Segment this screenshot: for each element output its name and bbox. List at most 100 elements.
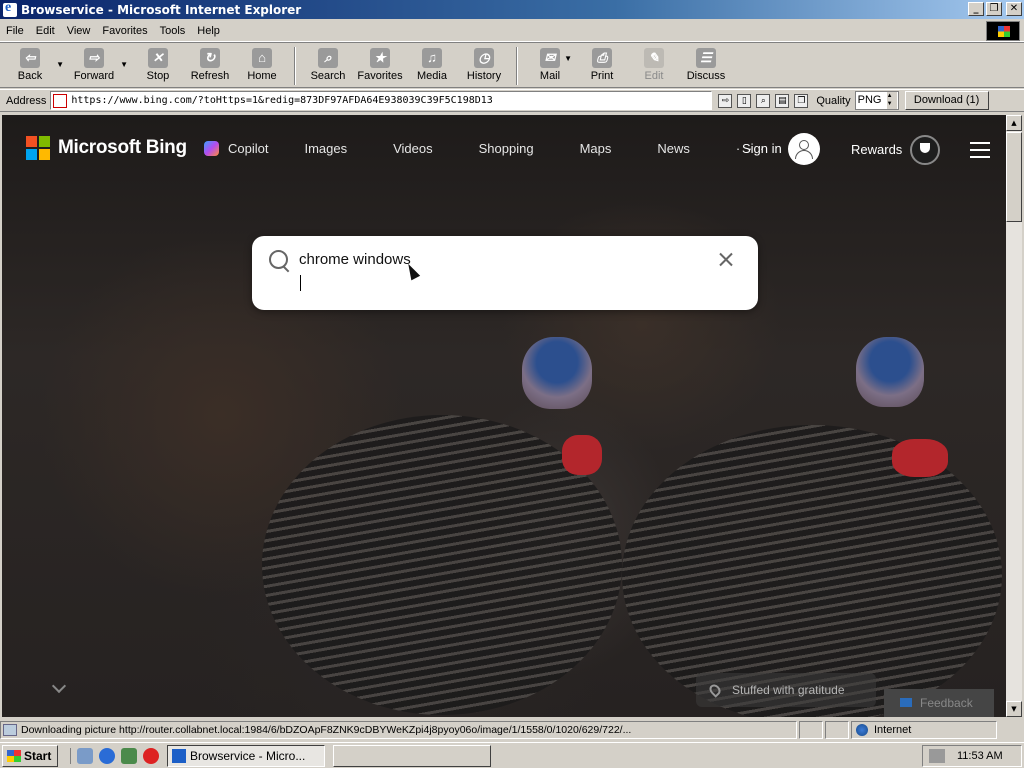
media-button[interactable]: ♫ Media [406,44,458,88]
user-avatar-icon[interactable] [788,133,820,165]
image-caption[interactable]: Stuffed with gratitude [696,673,876,707]
print-icon: ⎙ [592,48,612,68]
close-button[interactable]: ✕ [1006,2,1022,16]
toolbar-separator [294,47,296,85]
nav-news[interactable]: News [657,141,690,156]
favorites-icon: ★ [370,48,390,68]
feedback-button[interactable]: Feedback [884,689,994,717]
standard-toolbar: ⇦ Back ▼ ⇨ Forward ▼ ✕ Stop ↻ Refresh ⌂ Home ⌕ S… [0,44,1024,88]
ie-app-icon[interactable] [3,0,17,17]
go-icon[interactable]: ⇨ [718,93,733,108]
forward-arrow-icon: ⇨ [84,48,104,68]
bing-nav: Copilot Images Videos Shopping Maps News… [204,141,812,156]
page-viewport: Microsoft Bing Copilot Images Videos Sho… [2,115,1006,717]
address-url[interactable]: https://www.bing.com/?toHttps=1&redig=87… [71,95,492,106]
windows-flag-icon [7,749,21,762]
nav-shopping[interactable]: Shopping [479,141,534,156]
home-icon: ⌂ [252,48,272,68]
search-icon: ⌕ [318,48,338,68]
clock[interactable]: 11:53 AM [957,750,1003,762]
hamburger-menu-icon[interactable] [970,142,990,158]
find-icon[interactable]: ⌕ [756,93,771,108]
bing-logo[interactable]: Microsoft Bing [26,136,187,160]
nav-maps[interactable]: Maps [580,141,612,156]
start-button[interactable]: Start [2,744,58,767]
menu-view[interactable]: View [61,25,97,37]
search-box[interactable]: chrome windows [252,236,758,310]
refresh-icon: ↻ [200,48,220,68]
vertical-scrollbar[interactable]: ▲ ▼ [1006,115,1022,717]
history-icon: ◷ [474,48,494,68]
toolbar-separator [516,47,518,85]
download-picture-icon [3,724,17,736]
taskbar: Start Browservice - Micro... 11:53 AM [0,742,1024,768]
copy-icon[interactable]: ❐ [794,93,809,108]
sign-in-link[interactable]: Sign in [742,141,782,156]
ie-task-icon [172,748,186,763]
nav-videos[interactable]: Videos [393,141,433,156]
windows-throbber-logo [986,21,1020,41]
menu-favorites[interactable]: Favorites [96,25,153,37]
download-button[interactable]: Download (1) [904,91,989,110]
network-tray-icon[interactable] [929,749,945,763]
discuss-button[interactable]: ☰ Discuss [680,44,732,88]
clipboard-icon[interactable]: ▤ [775,93,790,108]
scroll-thumb[interactable] [1006,132,1022,222]
forward-dropdown-icon[interactable]: ▼ [120,60,128,69]
refresh-button[interactable]: ↻ Refresh [184,44,236,88]
outlook-express-icon[interactable] [121,747,137,764]
mail-icon: ✉ [540,48,560,68]
restore-button[interactable]: ❐ [986,2,1002,16]
discuss-icon: ☰ [696,48,716,68]
system-tray: 11:53 AM [922,745,1022,767]
taskbar-item-browservice[interactable]: Browservice - Micro... [167,744,325,767]
scroll-up-icon[interactable]: ▲ [1006,115,1022,131]
back-button[interactable]: ⇦ Back ▼ [4,44,64,88]
forward-button[interactable]: ⇨ Forward ▼ [68,44,128,88]
back-arrow-icon: ⇦ [20,48,40,68]
status-text-panel: Downloading picture http://router.collab… [0,721,797,739]
menu-file[interactable]: File [0,25,30,37]
history-button[interactable]: ◷ History [458,44,510,88]
back-dropdown-icon[interactable]: ▼ [56,60,64,69]
status-bar: Downloading picture http://router.collab… [0,720,1024,740]
search-button[interactable]: ⌕ Search [302,44,354,88]
title-bar: Browservice - Microsoft Internet Explore… [0,0,1024,19]
bookmark-icon[interactable]: ▯ [737,93,752,108]
minimize-button[interactable]: _ [968,2,984,16]
mail-dropdown-icon[interactable]: ▼ [564,54,572,63]
stop-icon: ✕ [148,48,168,68]
ie-window: Browservice - Microsoft Internet Explore… [0,0,1024,768]
taskbar-item-empty[interactable] [333,744,491,767]
nav-images[interactable]: Images [304,141,347,156]
quality-label: Quality [816,94,851,107]
copilot-icon [204,141,219,156]
rewards-link[interactable]: Rewards [851,142,902,157]
favorites-button[interactable]: ★ Favorites [354,44,406,88]
internet-globe-icon [856,724,868,736]
page-icon [53,93,68,108]
microsoft-logo-icon [26,136,50,160]
scroll-down-icon[interactable]: ▼ [1006,701,1022,717]
rewards-trophy-icon[interactable] [910,135,940,165]
search-icon[interactable] [269,250,289,270]
menu-tools[interactable]: Tools [154,25,192,37]
clear-icon[interactable] [718,252,734,268]
opera-icon[interactable] [143,747,159,764]
stop-button[interactable]: ✕ Stop [132,44,184,88]
mail-button[interactable]: ✉ Mail ▼ [524,44,576,88]
menu-edit[interactable]: Edit [30,25,61,37]
search-input[interactable]: chrome windows [299,251,411,268]
ie-quicklaunch-icon[interactable] [99,747,115,764]
window-title: Browservice - Microsoft Internet Explore… [21,2,302,17]
nav-copilot[interactable]: Copilot [204,141,268,156]
show-desktop-icon[interactable] [77,747,93,764]
address-bar: Address https://www.bing.com/?toHttps=1&… [0,89,1024,112]
menu-help[interactable]: Help [191,25,226,37]
home-button[interactable]: ⌂ Home [236,44,288,88]
print-button[interactable]: ⎙ Print [576,44,628,88]
media-icon: ♫ [422,48,442,68]
address-input[interactable]: https://www.bing.com/?toHttps=1&redig=87… [50,91,713,110]
quality-select[interactable]: PNG [854,91,899,110]
quick-launch [70,747,159,764]
